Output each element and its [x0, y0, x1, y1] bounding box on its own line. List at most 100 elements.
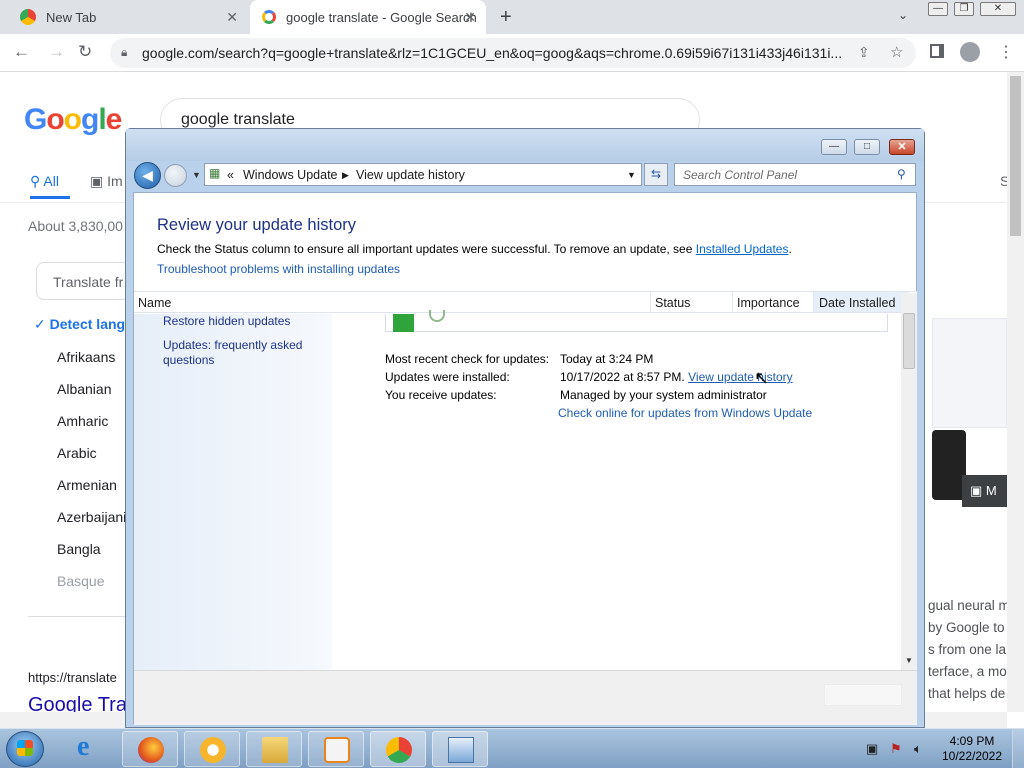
- tab-all[interactable]: ⚲ All: [30, 173, 59, 190]
- detect-language-label: Detect lang: [49, 316, 126, 332]
- back-arrow-icon: ◀: [142, 167, 153, 183]
- tab-new-tab[interactable]: New Tab ✕: [8, 0, 248, 34]
- scroll-down-icon[interactable]: ▼: [905, 656, 913, 665]
- close-tab-icon[interactable]: ✕: [226, 9, 238, 26]
- breadcrumb-arrow-icon[interactable]: ▶: [342, 170, 349, 181]
- refresh-button[interactable]: ⇆: [644, 163, 668, 186]
- search-control-panel-input[interactable]: Search Control Panel ⚲: [674, 163, 916, 186]
- address-dropdown-icon[interactable]: ▼: [627, 170, 636, 180]
- language-option[interactable]: Amharic: [57, 413, 108, 429]
- internet-explorer-icon: e: [77, 731, 90, 762]
- forward-button[interactable]: [164, 164, 187, 187]
- tab-search-chevron-icon[interactable]: ⌄: [898, 8, 908, 22]
- taskbar-chrome-canary[interactable]: [184, 731, 240, 767]
- tab-images-label: Im: [107, 173, 123, 189]
- search-icon[interactable]: ⚲: [897, 167, 906, 181]
- taskbar-control-panel[interactable]: [432, 731, 488, 767]
- share-icon[interactable]: ⇪: [858, 44, 870, 61]
- tab-images[interactable]: ▣ Im: [90, 173, 123, 190]
- bookmark-star-icon[interactable]: ☆: [890, 43, 903, 61]
- search-icon: ⚲: [30, 173, 41, 189]
- language-option[interactable]: Albanian: [57, 381, 112, 397]
- google-logo[interactable]: Google: [24, 103, 122, 137]
- breadcrumb[interactable]: ▦ « Windows Update ▶ View update history…: [204, 163, 642, 186]
- view-update-history-link[interactable]: View update history: [688, 370, 793, 384]
- minimize-button[interactable]: —: [928, 2, 948, 16]
- restore-hidden-updates-link[interactable]: Restore hidden updates: [163, 314, 313, 329]
- side-panel-icon[interactable]: [930, 44, 944, 58]
- page-scrollbar-thumb[interactable]: [1010, 76, 1021, 236]
- troubleshoot-link[interactable]: Troubleshoot problems with installing up…: [157, 262, 400, 276]
- taskbar-explorer[interactable]: [246, 731, 302, 767]
- show-desktop-button[interactable]: [1012, 729, 1024, 768]
- windows-update-window: — □ ✕ ◀ ▼ ▦ « Windows Update ▶ View upda…: [125, 128, 925, 728]
- address-bar[interactable]: 🔒︎ google.com/search?q=google+translate&…: [110, 38, 916, 68]
- more-images-button[interactable]: ▣ M: [962, 475, 1007, 507]
- control-panel-icon: ▦: [209, 166, 221, 180]
- window-maximize-button[interactable]: □: [854, 139, 880, 155]
- close-tab-icon[interactable]: ✕: [464, 9, 476, 26]
- back-arrow-icon[interactable]: ←: [13, 42, 30, 62]
- snippet-text: gual neural m: [928, 598, 1010, 613]
- reload-icon[interactable]: ↻: [78, 42, 92, 62]
- breadcrumb-view-update-history[interactable]: View update history: [356, 168, 465, 182]
- breadcrumb-windows-update[interactable]: Windows Update: [243, 168, 338, 182]
- refresh-icon: ⇆: [650, 167, 662, 181]
- action-center-flag-icon[interactable]: ⚑: [890, 741, 902, 757]
- tab-google-search[interactable]: google translate - Google Search ✕: [250, 0, 486, 34]
- chrome-icon: [386, 737, 412, 763]
- check-online-link[interactable]: Check online for updates from Windows Up…: [558, 406, 812, 420]
- volume-icon[interactable]: 🔈︎: [914, 741, 922, 757]
- tab-all-label: All: [43, 173, 59, 189]
- new-tab-icon[interactable]: +: [500, 6, 512, 29]
- profile-avatar-icon[interactable]: [960, 42, 980, 62]
- language-option[interactable]: Azerbaijani: [57, 509, 126, 525]
- list-scrollbar-thumb[interactable]: [903, 313, 915, 369]
- search-query: google translate: [181, 111, 295, 128]
- back-button[interactable]: ◀: [134, 162, 161, 189]
- language-option[interactable]: Basque: [57, 573, 104, 589]
- taskbar-ie[interactable]: e: [62, 731, 118, 767]
- column-status[interactable]: Status: [655, 296, 690, 310]
- recent-pages-dropdown-icon[interactable]: ▼: [192, 170, 201, 180]
- network-icon[interactable]: ▣: [866, 741, 878, 757]
- breadcrumb-prefix[interactable]: «: [227, 168, 234, 182]
- footer-bar: [134, 670, 917, 725]
- result-url[interactable]: https://translate: [28, 670, 117, 685]
- faq-link[interactable]: Updates: frequently asked questions: [163, 338, 313, 368]
- taskbar: e ▣ ⚑ 🔈︎ 4:09 PM 10/22/2022: [0, 728, 1024, 768]
- list-scrollbar[interactable]: ▼: [901, 293, 917, 670]
- close-button[interactable]: ✕: [980, 2, 1016, 16]
- taskbar-chrome[interactable]: [370, 731, 426, 767]
- language-option[interactable]: Afrikaans: [57, 349, 115, 365]
- clock[interactable]: 4:09 PM 10/22/2022: [936, 734, 1008, 764]
- menu-dots-icon[interactable]: ⋮: [998, 42, 1014, 62]
- installed-updates-link[interactable]: Installed Updates: [696, 242, 789, 256]
- taskbar-firefox[interactable]: [122, 731, 178, 767]
- column-date-installed[interactable]: Date Installed: [819, 296, 895, 310]
- forward-arrow-icon[interactable]: →: [48, 42, 65, 62]
- detect-language-option[interactable]: ✓ Detect lang: [34, 316, 125, 333]
- window-titlebar[interactable]: [126, 129, 924, 161]
- taskbar-media-player[interactable]: [308, 731, 364, 767]
- active-tab-indicator: [30, 196, 70, 199]
- ok-button[interactable]: [824, 684, 902, 706]
- restore-button[interactable]: ❐: [954, 2, 974, 16]
- window-close-button[interactable]: ✕: [889, 139, 915, 155]
- description-text: Check the Status column to ensure all im…: [157, 242, 693, 256]
- update-status-area: Most recent check for updates: Today at …: [333, 310, 901, 670]
- language-option[interactable]: Arabic: [57, 445, 97, 461]
- column-name[interactable]: Name: [138, 296, 171, 310]
- column-importance[interactable]: Importance: [737, 296, 800, 310]
- result-thumbnail[interactable]: [932, 318, 1007, 428]
- image-icon: ▣: [970, 483, 983, 498]
- mouse-cursor-icon: ↖: [754, 368, 770, 388]
- media-player-icon: [324, 737, 350, 763]
- window-minimize-button[interactable]: —: [821, 139, 847, 155]
- language-option[interactable]: Bangla: [57, 541, 101, 557]
- language-option[interactable]: Armenian: [57, 477, 117, 493]
- info-label: Updates were installed:: [385, 370, 510, 384]
- results-count: About 3,830,00: [28, 218, 123, 234]
- phone-thumbnail: [932, 430, 966, 500]
- start-button[interactable]: [6, 731, 44, 767]
